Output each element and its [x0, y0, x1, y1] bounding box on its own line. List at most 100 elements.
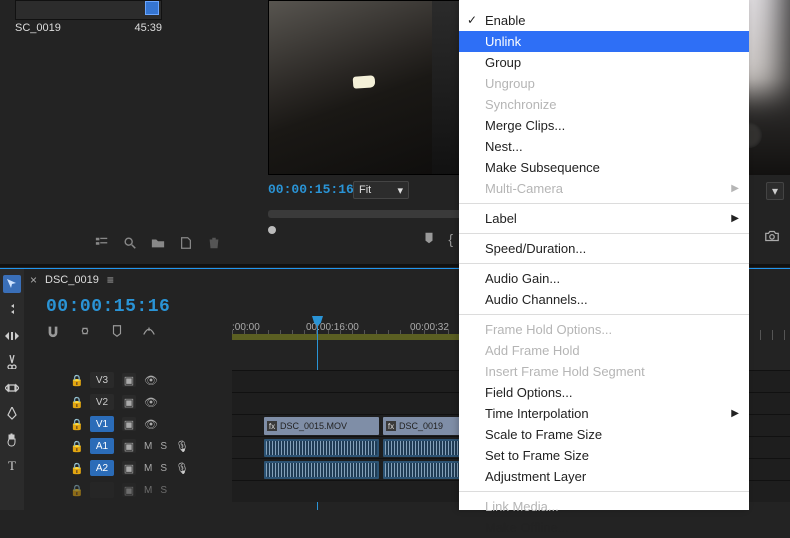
- menu-cutoff-row: [459, 0, 749, 10]
- menu-item-offline[interactable]: Make Offline...: [459, 517, 749, 538]
- submenu-arrow-icon: ▶: [731, 183, 739, 194]
- panel-menu-icon[interactable]: ≡: [107, 273, 114, 287]
- eye-icon[interactable]: 👁: [144, 418, 158, 431]
- audio-clip[interactable]: [264, 461, 379, 479]
- project-thumbnail[interactable]: [15, 0, 162, 20]
- toggle-output-icon[interactable]: ▣: [122, 461, 136, 475]
- lock-icon[interactable]: 🔒: [70, 418, 82, 431]
- marker-icon[interactable]: [422, 231, 436, 248]
- track-label[interactable]: A1: [90, 438, 114, 454]
- menu-item-label: Insert Frame Hold Segment: [485, 364, 645, 379]
- eye-icon[interactable]: 👁: [144, 374, 158, 387]
- video-clip[interactable]: fx DSC_0019: [383, 417, 463, 435]
- track-label[interactable]: V2: [90, 394, 114, 410]
- chevron-down-icon: ▾: [397, 184, 403, 197]
- track-label[interactable]: [90, 482, 114, 498]
- clip-name: DSC_0019: [399, 421, 443, 431]
- snap-icon[interactable]: [46, 324, 60, 341]
- audio-clip[interactable]: [383, 461, 463, 479]
- voiceover-icon[interactable]: 🎙: [175, 462, 189, 475]
- add-marker-icon[interactable]: [110, 324, 124, 341]
- audio-clip[interactable]: [264, 439, 379, 457]
- camera-icon[interactable]: [764, 229, 780, 246]
- lock-icon[interactable]: 🔒: [70, 396, 82, 409]
- audio-clip[interactable]: [383, 439, 463, 457]
- track-header-a3[interactable]: 🔒 ▣ M S: [30, 479, 230, 501]
- eye-icon[interactable]: 👁: [144, 396, 158, 409]
- track-header-v2[interactable]: 🔒 V2 ▣ 👁: [30, 391, 230, 413]
- menu-item-nest[interactable]: Nest...: [459, 136, 749, 157]
- settings-icon[interactable]: [142, 324, 156, 341]
- program-scrubber[interactable]: [268, 208, 463, 224]
- lock-icon[interactable]: 🔒: [70, 462, 82, 475]
- program-timecode[interactable]: 00:00:15:16: [268, 182, 354, 197]
- linked-selection-icon[interactable]: [78, 324, 92, 341]
- menu-item-timeinterp[interactable]: Time Interpolation▶: [459, 403, 749, 424]
- menu-item-merge[interactable]: Merge Clips...: [459, 115, 749, 136]
- right-zoom-dropdown[interactable]: ▾: [766, 182, 784, 200]
- search-icon[interactable]: [123, 236, 137, 250]
- sequence-icon: [145, 1, 159, 15]
- menu-item-enable[interactable]: ✓Enable: [459, 10, 749, 31]
- menu-item-addhold: Add Frame Hold: [459, 340, 749, 361]
- zoom-dropdown[interactable]: Fit ▾: [353, 181, 409, 199]
- toggle-output-icon[interactable]: ▣: [122, 483, 136, 497]
- toggle-output-icon[interactable]: ▣: [122, 395, 136, 409]
- menu-item-field[interactable]: Field Options...: [459, 382, 749, 403]
- menu-item-makesub[interactable]: Make Subsequence: [459, 157, 749, 178]
- lock-icon[interactable]: 🔒: [70, 374, 82, 387]
- menu-item-scalefs[interactable]: Scale to Frame Size: [459, 424, 749, 445]
- track-header-a1[interactable]: 🔒 A1 ▣ M S 🎙: [30, 435, 230, 457]
- solo-button[interactable]: S: [160, 485, 167, 496]
- slip-tool[interactable]: [3, 379, 21, 397]
- track-header-v3[interactable]: 🔒 V3 ▣ 👁: [30, 369, 230, 391]
- timeline-timecode[interactable]: 00:00:15:16: [46, 297, 170, 317]
- close-sequence-button[interactable]: ×: [30, 273, 37, 287]
- track-header-v1[interactable]: 🔒 V1 ▣ 👁: [30, 413, 230, 435]
- new-item-icon[interactable]: [179, 236, 193, 250]
- menu-item-label: Audio Gain...: [485, 271, 560, 286]
- sequence-name[interactable]: DSC_0019: [45, 274, 99, 286]
- track-label[interactable]: V1: [90, 416, 114, 432]
- trash-icon[interactable]: [207, 236, 221, 250]
- menu-item-label: Merge Clips...: [485, 118, 565, 133]
- timeline-options: [46, 324, 156, 341]
- new-bin-icon[interactable]: [151, 236, 165, 250]
- toggle-output-icon[interactable]: ▣: [122, 439, 136, 453]
- menu-item-setfs[interactable]: Set to Frame Size: [459, 445, 749, 466]
- toggle-output-icon[interactable]: ▣: [122, 373, 136, 387]
- list-view-icon[interactable]: [95, 236, 109, 250]
- menu-item-adjlayer[interactable]: Adjustment Layer: [459, 466, 749, 487]
- lock-icon[interactable]: 🔒: [70, 440, 82, 453]
- pen-tool[interactable]: [3, 405, 21, 423]
- ripple-tool[interactable]: [3, 327, 21, 345]
- menu-item-speed[interactable]: Speed/Duration...: [459, 238, 749, 259]
- track-select-tool[interactable]: [3, 301, 21, 319]
- mute-button[interactable]: M: [144, 485, 152, 496]
- razor-tool[interactable]: [3, 353, 21, 371]
- video-clip[interactable]: fx DSC_0015.MOV: [264, 417, 379, 435]
- program-frame[interactable]: [268, 0, 463, 175]
- track-label[interactable]: V3: [90, 372, 114, 388]
- type-tool[interactable]: T: [3, 457, 21, 475]
- menu-item-fho: Frame Hold Options...: [459, 319, 749, 340]
- in-bracket-icon[interactable]: {: [448, 231, 453, 248]
- track-label[interactable]: A2: [90, 460, 114, 476]
- menu-item-channels[interactable]: Audio Channels...: [459, 289, 749, 310]
- menu-item-label[interactable]: Label▶: [459, 208, 749, 229]
- menu-item-label: Set to Frame Size: [485, 448, 589, 463]
- hand-tool[interactable]: [3, 431, 21, 449]
- menu-item-unlink[interactable]: Unlink: [459, 31, 749, 52]
- solo-button[interactable]: S: [160, 441, 167, 452]
- track-header-a2[interactable]: 🔒 A2 ▣ M S 🎙: [30, 457, 230, 479]
- selection-tool[interactable]: [3, 275, 21, 293]
- menu-item-gain[interactable]: Audio Gain...: [459, 268, 749, 289]
- mute-button[interactable]: M: [144, 463, 152, 474]
- voiceover-icon[interactable]: 🎙: [175, 440, 189, 453]
- work-area-bar[interactable]: [232, 334, 462, 340]
- mute-button[interactable]: M: [144, 441, 152, 452]
- lock-icon[interactable]: 🔒: [70, 484, 82, 497]
- menu-item-group[interactable]: Group: [459, 52, 749, 73]
- toggle-output-icon[interactable]: ▣: [122, 417, 136, 431]
- solo-button[interactable]: S: [160, 463, 167, 474]
